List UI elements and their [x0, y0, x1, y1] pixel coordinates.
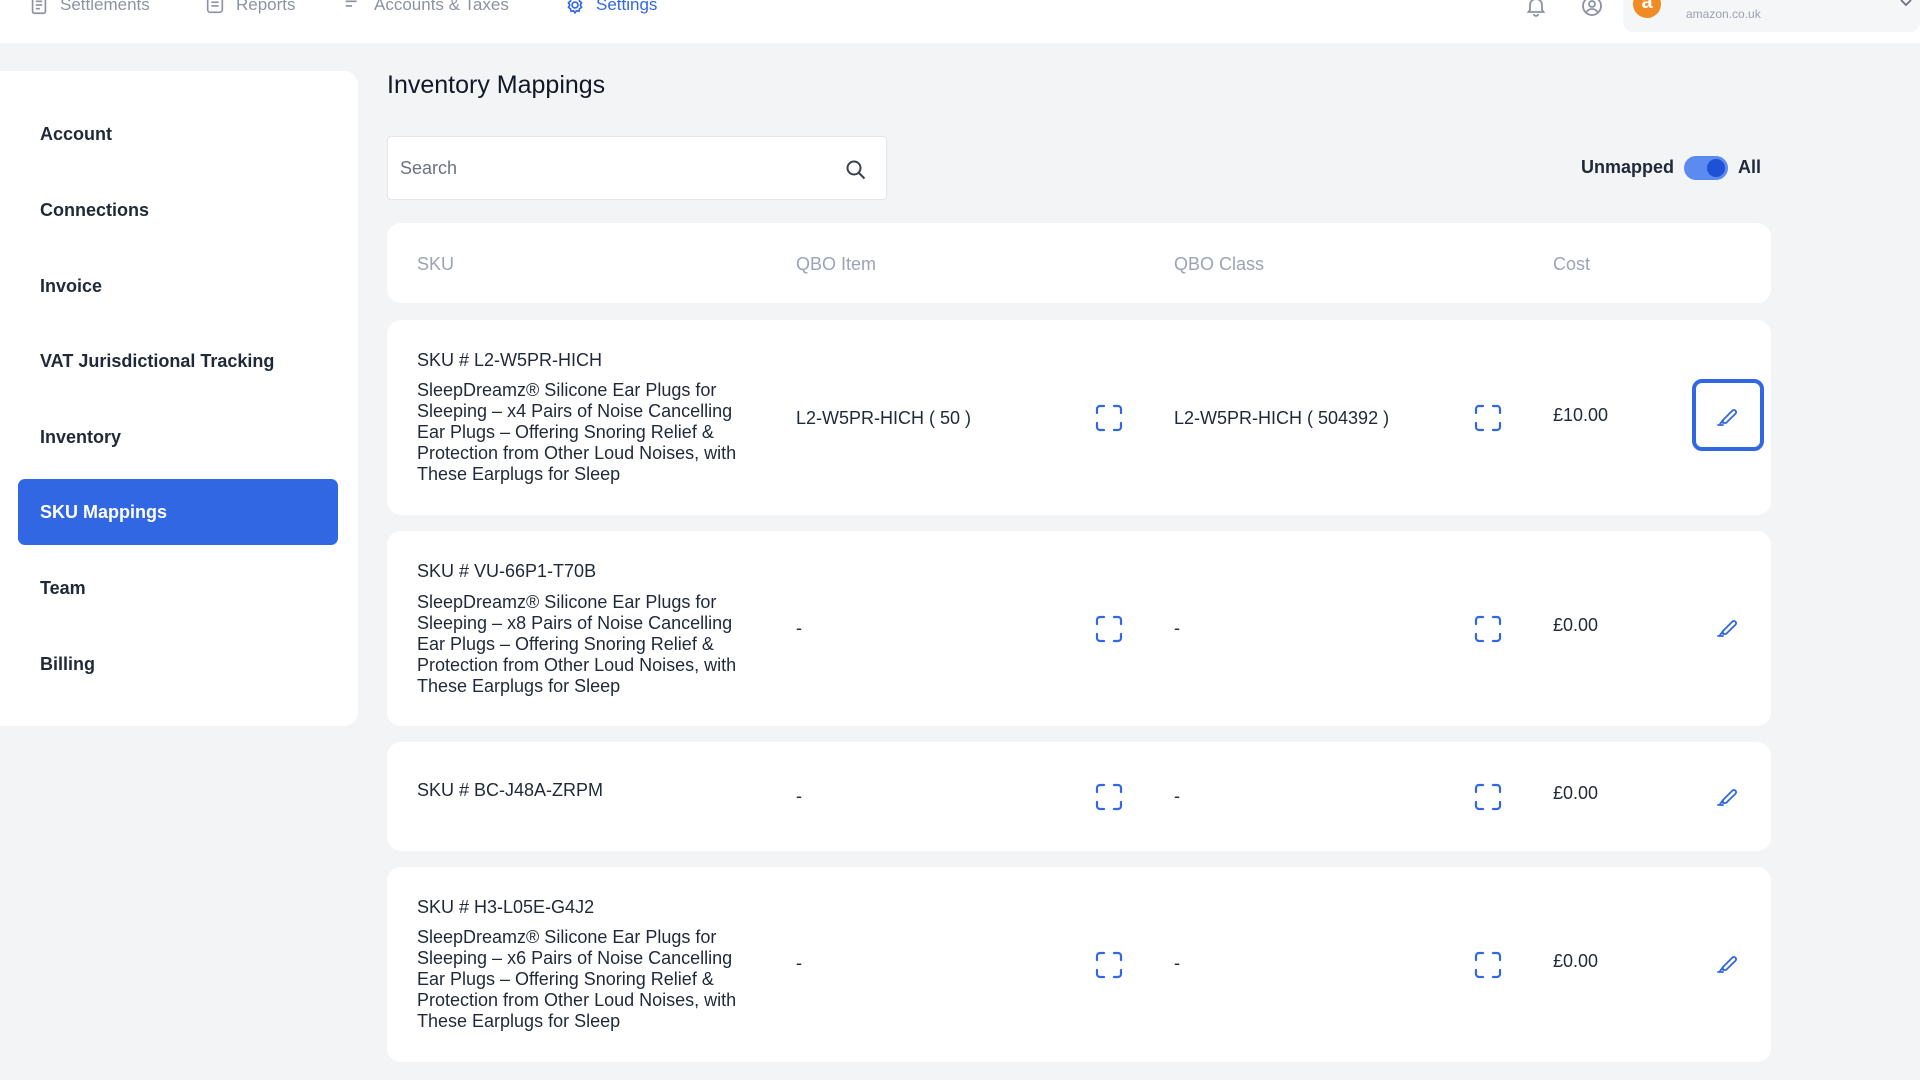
sidebar-item-inventory[interactable]: Inventory: [18, 404, 338, 470]
edit-button[interactable]: [1692, 759, 1764, 831]
scan-icon[interactable]: [1094, 403, 1124, 433]
sidebar-item-billing[interactable]: Billing: [18, 631, 338, 697]
sidebar-item-connections[interactable]: Connections: [18, 177, 338, 243]
column-header-qbo-item: QBO Item: [796, 254, 877, 274]
nav-item-accounts-taxes[interactable]: Accounts & Taxes: [342, 0, 509, 16]
sidebar-item-sku-mappings[interactable]: SKU Mappings: [18, 479, 338, 545]
chevron-down-icon[interactable]: [1898, 0, 1914, 10]
sidebar-item-label: SKU Mappings: [40, 501, 168, 522]
nav-item-label: Reports: [236, 0, 296, 14]
toggle-knob: [1707, 159, 1725, 177]
report-icon: [206, 0, 224, 14]
sidebar-item-label: Billing: [40, 653, 95, 674]
scan-icon[interactable]: [1473, 782, 1503, 812]
sku-code: SKU # VU-66P1-T70B: [417, 561, 597, 581]
qbo-item-value: -: [796, 786, 802, 806]
pen-icon: [1717, 789, 1737, 806]
scan-icon[interactable]: [1473, 403, 1503, 433]
nav-item-reports[interactable]: Reports: [204, 0, 296, 16]
filter-all-label: All: [1738, 157, 1762, 177]
sku-code: SKU # BC-J48A-ZRPM: [417, 780, 604, 800]
qbo-class-value: L2-W5PR-HICH ( 504392 ): [1174, 408, 1390, 428]
sidebar-item-team[interactable]: Team: [18, 555, 338, 621]
page-title: Inventory Mappings: [387, 71, 606, 99]
scan-icon[interactable]: [1473, 614, 1503, 644]
sku-description: SleepDreamz® Silicone Ear Plugs for Slee…: [417, 592, 737, 696]
scan-icon[interactable]: [1094, 782, 1124, 812]
nav-item-label: Accounts & Taxes: [374, 0, 509, 14]
settings-sidebar: Account Connections Invoice VAT Jurisdic…: [0, 71, 358, 726]
column-header-cost: Cost: [1553, 254, 1591, 274]
qbo-class-value: -: [1174, 786, 1180, 806]
column-header-qbo-class: QBO Class: [1174, 254, 1265, 274]
sidebar-item-label: Inventory: [40, 426, 122, 447]
nav-item-settings[interactable]: Settings: [564, 0, 657, 16]
pen-icon: [1717, 620, 1737, 637]
sidebar-item-label: Team: [40, 577, 86, 598]
search-icon[interactable]: [844, 158, 868, 182]
account-domain: amazon.co.uk: [1686, 7, 1761, 21]
sku-code: SKU # H3-L05E-G4J2: [417, 897, 595, 917]
gear-icon: [567, 0, 583, 15]
pen-icon: [1717, 956, 1737, 973]
account-switcher[interactable]: [1623, 0, 1920, 32]
nav-item-label: Settlements: [60, 0, 150, 14]
qbo-class-value: -: [1174, 953, 1180, 973]
scan-icon[interactable]: [1094, 950, 1124, 980]
list-icon: [345, 0, 357, 7]
search-input[interactable]: [400, 137, 820, 199]
sidebar-item-label: Account: [40, 123, 112, 144]
sku-code: SKU # L2-W5PR-HICH: [417, 350, 603, 370]
filter-unmapped-label: Unmapped: [1581, 157, 1675, 177]
nav-item-label: Settings: [596, 0, 658, 14]
sidebar-item-label: Connections: [40, 199, 150, 220]
qbo-item-value: -: [796, 618, 802, 638]
qbo-class-value: -: [1174, 618, 1180, 638]
document-icon: [31, 0, 47, 15]
nav-item-settlements[interactable]: Settlements: [28, 0, 150, 16]
pen-icon: [1717, 409, 1737, 426]
sku-description: SleepDreamz® Silicone Ear Plugs for Slee…: [417, 927, 737, 1031]
user-profile-icon[interactable]: [1580, 0, 1604, 18]
column-header-sku: SKU: [417, 254, 455, 274]
scan-icon[interactable]: [1094, 614, 1124, 644]
qbo-item-value: -: [796, 953, 802, 973]
sidebar-item-label: VAT Jurisdictional Tracking: [40, 350, 275, 371]
sidebar-item-vat-tracking[interactable]: VAT Jurisdictional Tracking: [18, 328, 338, 394]
sidebar-item-account[interactable]: Account: [18, 101, 338, 167]
cost-value: £0.00: [1553, 615, 1599, 635]
cost-value: £0.00: [1553, 783, 1599, 803]
qbo-item-value: L2-W5PR-HICH ( 50 ): [796, 408, 972, 428]
edit-button[interactable]: [1692, 590, 1764, 662]
edit-button[interactable]: [1692, 926, 1764, 998]
cost-value: £0.00: [1553, 951, 1599, 971]
search-field[interactable]: [387, 136, 887, 200]
bell-icon[interactable]: [1524, 0, 1548, 18]
top-navigation-bar: Settlements Reports Accounts & Taxes Set…: [0, 0, 1920, 43]
unmapped-all-toggle[interactable]: [1684, 156, 1728, 180]
sidebar-item-label: Invoice: [40, 275, 103, 296]
edit-button[interactable]: [1692, 379, 1764, 451]
cost-value: £10.00: [1553, 405, 1609, 425]
sku-description: SleepDreamz® Silicone Ear Plugs for Slee…: [417, 380, 737, 484]
sidebar-item-invoice[interactable]: Invoice: [18, 253, 338, 319]
scan-icon[interactable]: [1473, 950, 1503, 980]
